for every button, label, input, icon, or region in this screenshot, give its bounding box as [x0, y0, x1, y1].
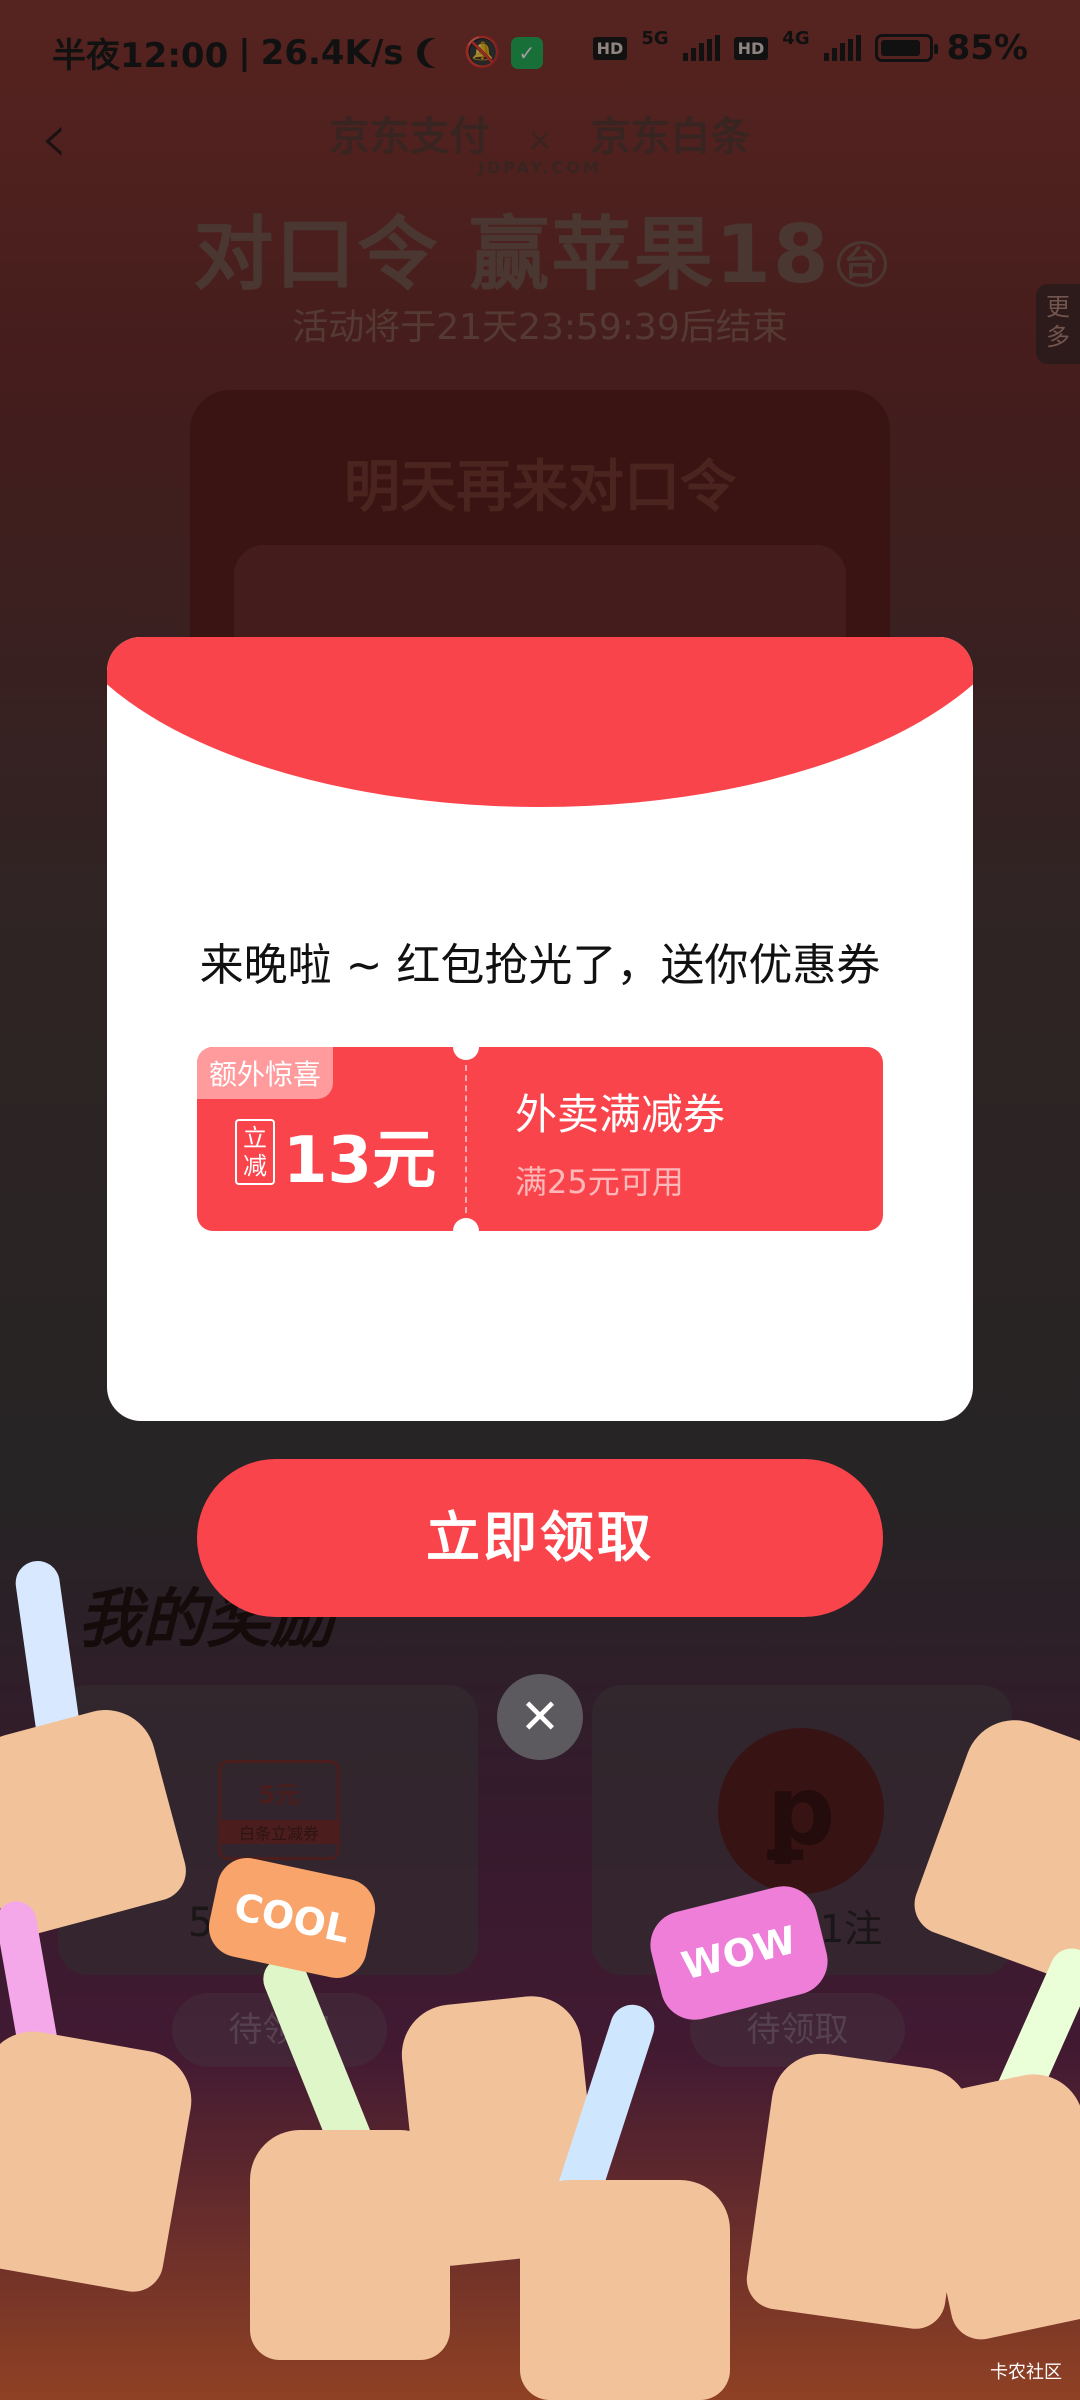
coupon-card[interactable]: 额外惊喜 立减 13元 外卖满减券 满25元可用	[197, 1034, 883, 1244]
coupon-condition: 满25元可用	[515, 1163, 684, 1201]
modal-header-arc	[107, 637, 973, 807]
coupon-discount-badge: 立减	[235, 1119, 275, 1185]
coupon-name: 外卖满减券	[515, 1090, 726, 1139]
watermark: 卡农社区	[990, 2362, 1062, 2383]
close-icon: ✕	[519, 1689, 561, 1745]
coupon-amount: 13元	[283, 1124, 437, 1198]
coupon-divider	[465, 1065, 467, 1213]
coupon-extra-tag: 额外惊喜	[197, 1047, 334, 1099]
coupon-modal: 来晚啦 ~ 红包抢光了，送你优惠券 额外惊喜 立减 13元 外卖满减券 满25元…	[107, 637, 973, 1421]
hand-decoration	[520, 2180, 730, 2400]
coupon-notch	[453, 1218, 479, 1244]
claim-button[interactable]: 立即领取	[197, 1459, 883, 1617]
modal-message: 来晚啦 ~ 红包抢光了，送你优惠券	[199, 940, 881, 991]
close-button[interactable]: ✕	[497, 1674, 583, 1760]
coupon-notch	[453, 1034, 479, 1060]
